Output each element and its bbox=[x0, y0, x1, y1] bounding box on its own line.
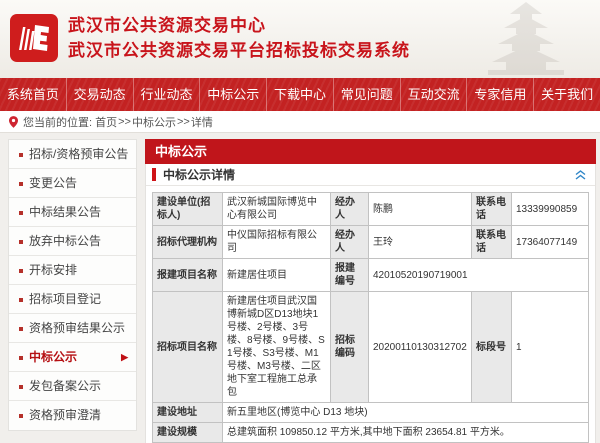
nav-item-home[interactable]: 系统首页 bbox=[0, 78, 66, 111]
field-label: 招标项目名称 bbox=[153, 292, 223, 403]
detail-title: 中标公示详情 bbox=[163, 166, 235, 183]
field-label: 经办人 bbox=[331, 193, 369, 226]
main-nav: 系统首页 交易动态 行业动态 中标公示 下载中心 常见问题 互动交流 专家信用 … bbox=[0, 78, 600, 111]
bullet-icon bbox=[19, 327, 23, 331]
field-value: 新五里地区(博览中心 D13 地块) bbox=[223, 403, 589, 423]
field-label: 经办人 bbox=[331, 226, 369, 259]
field-label: 招标编码 bbox=[331, 292, 369, 403]
nav-item-industry-news[interactable]: 行业动态 bbox=[133, 78, 200, 111]
site-header: 武汉市公共资源交易中心 武汉市公共资源交易平台招标投标交易系统 bbox=[0, 0, 600, 78]
field-value: 陈鹏 bbox=[369, 193, 472, 226]
field-value: 新建居住项目武汉国博新城D区D13地块1号楼、2号楼、3号楼、8号楼、9号楼、S… bbox=[223, 292, 331, 403]
table-row: 建设单位(招标人) 武汉新城国际博览中心有限公司 经办人 陈鹏 联系电话 133… bbox=[153, 193, 589, 226]
bullet-icon bbox=[19, 182, 23, 186]
field-label: 报建编号 bbox=[331, 259, 369, 292]
field-value: 武汉新城国际博览中心有限公司 bbox=[223, 193, 331, 226]
sidebar: 招标/资格预审公告▶ 变更公告▶ 中标结果公告▶ 放弃中标公告▶ 开标安排▶ 招… bbox=[8, 139, 137, 431]
field-value: 20200110130312702 bbox=[369, 292, 472, 403]
field-value: 1 bbox=[512, 292, 589, 403]
bullet-icon bbox=[19, 153, 23, 157]
sidebar-item-prequal-clarification[interactable]: 资格预审澄清▶ bbox=[9, 401, 136, 430]
field-label: 建设单位(招标人) bbox=[153, 193, 223, 226]
sidebar-item-project-registration[interactable]: 招标项目登记▶ bbox=[9, 285, 136, 314]
bullet-icon bbox=[19, 385, 23, 389]
content-area: 招标/资格预审公告▶ 变更公告▶ 中标结果公告▶ 放弃中标公告▶ 开标安排▶ 招… bbox=[0, 133, 600, 443]
field-label: 联系电话 bbox=[472, 226, 512, 259]
field-label: 联系电话 bbox=[472, 193, 512, 226]
detail-header: 中标公示详情 bbox=[146, 164, 595, 186]
bullet-icon bbox=[19, 269, 23, 273]
active-arrow-icon: ▶ bbox=[121, 343, 128, 371]
sidebar-item-bid-result-notice[interactable]: 中标结果公告▶ bbox=[9, 198, 136, 227]
table-row: 招标项目名称 新建居住项目武汉国博新城D区D13地块1号楼、2号楼、3号楼、8号… bbox=[153, 292, 589, 403]
breadcrumb-separator: >> bbox=[177, 116, 190, 128]
table-row: 建设规模 总建筑面积 109850.12 平方米,其中地下面积 23654.81… bbox=[153, 423, 589, 443]
nav-item-faq[interactable]: 常见问题 bbox=[333, 78, 400, 111]
field-value: 新建居住项目 bbox=[223, 259, 331, 292]
breadcrumb-link-winning-bid[interactable]: 中标公示 bbox=[132, 114, 176, 130]
field-label: 报建项目名称 bbox=[153, 259, 223, 292]
collapse-icon[interactable] bbox=[575, 170, 586, 180]
sidebar-item-bid-opening-schedule[interactable]: 开标安排▶ bbox=[9, 256, 136, 285]
sidebar-item-contract-filing[interactable]: 发包备案公示▶ bbox=[9, 372, 136, 401]
field-label: 招标代理机构 bbox=[153, 226, 223, 259]
breadcrumb-separator: >> bbox=[118, 116, 131, 128]
bullet-icon bbox=[19, 240, 23, 244]
field-value: 王玲 bbox=[369, 226, 472, 259]
table-row: 报建项目名称 新建居住项目 报建编号 42010520190719001 bbox=[153, 259, 589, 292]
bullet-icon bbox=[19, 298, 23, 302]
red-bar-icon bbox=[152, 168, 156, 181]
bullet-icon bbox=[19, 414, 23, 418]
field-label: 标段号 bbox=[472, 292, 512, 403]
page: 武汉市公共资源交易中心 武汉市公共资源交易平台招标投标交易系统 系统首页 交易动… bbox=[0, 0, 600, 443]
site-title-line1: 武汉市公共资源交易中心 bbox=[68, 13, 410, 38]
site-title-line2: 武汉市公共资源交易平台招标投标交易系统 bbox=[68, 38, 410, 63]
field-value: 13339990859 bbox=[512, 193, 589, 226]
nav-item-about[interactable]: 关于我们 bbox=[533, 78, 600, 111]
sidebar-item-tender-prequal-notice[interactable]: 招标/资格预审公告▶ bbox=[9, 140, 136, 169]
sidebar-item-prequal-result[interactable]: 资格预审结果公示▶ bbox=[9, 314, 136, 343]
bullet-icon bbox=[19, 356, 23, 360]
breadcrumb-current: 详情 bbox=[191, 114, 213, 130]
field-value: 42010520190719001 bbox=[369, 259, 589, 292]
sidebar-item-winning-bid-publicity[interactable]: 中标公示▶ bbox=[9, 343, 136, 372]
field-label: 建设规模 bbox=[153, 423, 223, 443]
table-row: 建设地址 新五里地区(博览中心 D13 地块) bbox=[153, 403, 589, 423]
field-value: 17364077149 bbox=[512, 226, 589, 259]
table-row: 招标代理机构 中仪国际招标有限公司 经办人 王玲 联系电话 1736407714… bbox=[153, 226, 589, 259]
pagoda-watermark-icon bbox=[480, 2, 572, 78]
field-label: 建设地址 bbox=[153, 403, 223, 423]
detail-table: 建设单位(招标人) 武汉新城国际博览中心有限公司 经办人 陈鹏 联系电话 133… bbox=[152, 192, 589, 443]
breadcrumb-prefix: 您当前的位置: bbox=[23, 114, 92, 130]
page-title: 中标公示 bbox=[145, 139, 596, 164]
nav-item-interaction[interactable]: 互动交流 bbox=[400, 78, 467, 111]
nav-item-trade-news[interactable]: 交易动态 bbox=[66, 78, 133, 111]
nav-item-winning-bid[interactable]: 中标公示 bbox=[199, 78, 266, 111]
site-logo-icon[interactable] bbox=[10, 14, 58, 62]
sidebar-item-abandon-bid-notice[interactable]: 放弃中标公告▶ bbox=[9, 227, 136, 256]
breadcrumb: 您当前的位置: 首页 >> 中标公示 >> 详情 bbox=[0, 111, 600, 133]
sidebar-item-change-notice[interactable]: 变更公告▶ bbox=[9, 169, 136, 198]
bullet-icon bbox=[19, 211, 23, 215]
field-value: 总建筑面积 109850.12 平方米,其中地下面积 23654.81 平方米。 bbox=[223, 423, 589, 443]
field-value: 中仪国际招标有限公司 bbox=[223, 226, 331, 259]
nav-item-expert-credit[interactable]: 专家信用 bbox=[466, 78, 533, 111]
nav-item-downloads[interactable]: 下载中心 bbox=[266, 78, 333, 111]
location-pin-icon bbox=[9, 116, 18, 128]
breadcrumb-link-home[interactable]: 首页 bbox=[95, 114, 117, 130]
main-panel: 中标公示 中标公示详情 建设单位(招标人) 武汉新城 bbox=[145, 139, 596, 443]
